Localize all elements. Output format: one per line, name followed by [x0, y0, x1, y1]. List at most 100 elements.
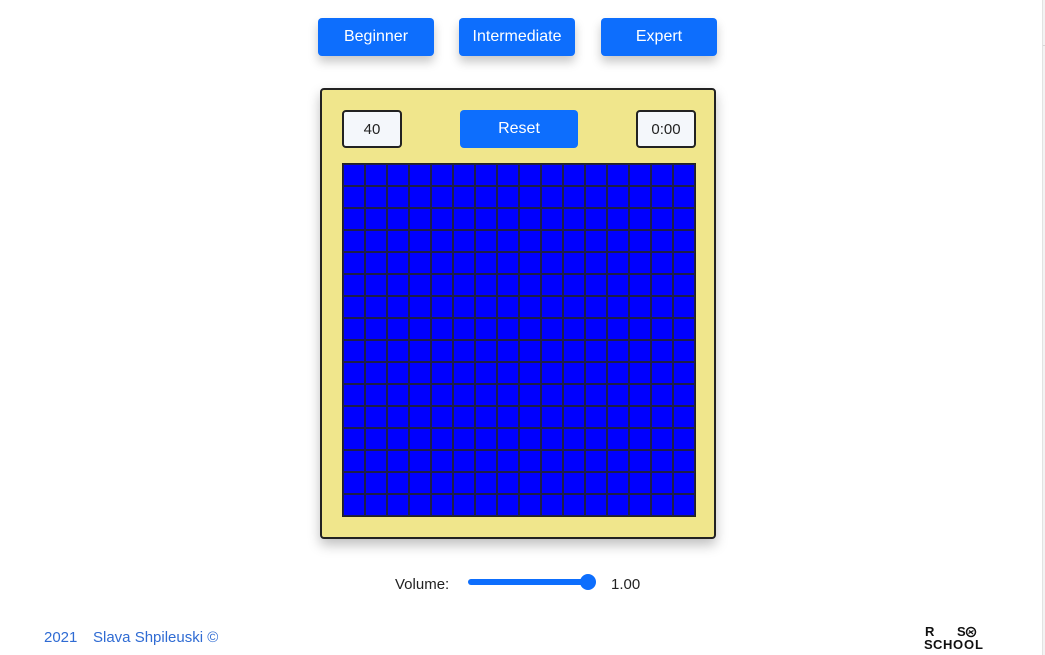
mine-cell[interactable]	[563, 450, 585, 472]
mine-cell[interactable]	[651, 296, 673, 318]
mine-cell[interactable]	[431, 384, 453, 406]
mine-cell[interactable]	[651, 274, 673, 296]
mine-cell[interactable]	[409, 208, 431, 230]
mine-cell[interactable]	[519, 406, 541, 428]
mine-cell[interactable]	[497, 318, 519, 340]
mine-cell[interactable]	[409, 318, 431, 340]
mine-cell[interactable]	[673, 340, 695, 362]
mine-cell[interactable]	[431, 428, 453, 450]
mine-cell[interactable]	[519, 274, 541, 296]
mine-cell[interactable]	[651, 252, 673, 274]
mine-cell[interactable]	[475, 340, 497, 362]
mine-cell[interactable]	[431, 472, 453, 494]
mine-cell[interactable]	[607, 186, 629, 208]
mine-cell[interactable]	[431, 252, 453, 274]
mine-cell[interactable]	[629, 494, 651, 516]
mine-cell[interactable]	[651, 428, 673, 450]
mine-cell[interactable]	[343, 472, 365, 494]
mine-cell[interactable]	[607, 472, 629, 494]
mine-cell[interactable]	[651, 406, 673, 428]
mine-cell[interactable]	[453, 362, 475, 384]
mine-cell[interactable]	[585, 252, 607, 274]
mine-cell[interactable]	[365, 384, 387, 406]
mine-cell[interactable]	[541, 384, 563, 406]
mine-cell[interactable]	[409, 384, 431, 406]
author-link[interactable]: Slava Shpileuski ©	[93, 629, 218, 646]
mine-cell[interactable]	[629, 340, 651, 362]
mine-cell[interactable]	[607, 252, 629, 274]
mine-cell[interactable]	[387, 472, 409, 494]
mine-cell[interactable]	[651, 318, 673, 340]
mine-cell[interactable]	[387, 252, 409, 274]
mine-cell[interactable]	[365, 472, 387, 494]
mine-cell[interactable]	[409, 450, 431, 472]
mine-cell[interactable]	[563, 208, 585, 230]
mine-cell[interactable]	[519, 296, 541, 318]
mine-cell[interactable]	[673, 384, 695, 406]
mine-cell[interactable]	[607, 494, 629, 516]
mine-cell[interactable]	[453, 296, 475, 318]
mine-cell[interactable]	[387, 296, 409, 318]
mine-cell[interactable]	[497, 406, 519, 428]
mine-cell[interactable]	[673, 494, 695, 516]
mine-cell[interactable]	[365, 318, 387, 340]
mine-cell[interactable]	[541, 318, 563, 340]
mine-cell[interactable]	[453, 274, 475, 296]
mine-cell[interactable]	[585, 406, 607, 428]
mine-cell[interactable]	[651, 230, 673, 252]
mine-cell[interactable]	[607, 230, 629, 252]
mine-cell[interactable]	[629, 164, 651, 186]
mine-cell[interactable]	[673, 186, 695, 208]
mine-cell[interactable]	[431, 362, 453, 384]
mine-cell[interactable]	[431, 274, 453, 296]
mine-cell[interactable]	[453, 384, 475, 406]
mine-cell[interactable]	[519, 362, 541, 384]
reset-button[interactable]: Reset	[460, 110, 578, 148]
mine-cell[interactable]	[343, 164, 365, 186]
mine-cell[interactable]	[563, 362, 585, 384]
mine-cell[interactable]	[409, 186, 431, 208]
mine-cell[interactable]	[343, 494, 365, 516]
mine-cell[interactable]	[519, 472, 541, 494]
mine-cell[interactable]	[475, 384, 497, 406]
mine-cell[interactable]	[475, 428, 497, 450]
mine-cell[interactable]	[607, 384, 629, 406]
mine-cell[interactable]	[673, 362, 695, 384]
mine-cell[interactable]	[431, 494, 453, 516]
mine-cell[interactable]	[453, 340, 475, 362]
mine-cell[interactable]	[541, 230, 563, 252]
mine-cell[interactable]	[343, 208, 365, 230]
mine-cell[interactable]	[673, 296, 695, 318]
mine-cell[interactable]	[607, 208, 629, 230]
mine-cell[interactable]	[453, 252, 475, 274]
mine-cell[interactable]	[629, 406, 651, 428]
mine-cell[interactable]	[541, 164, 563, 186]
mine-cell[interactable]	[453, 494, 475, 516]
mine-cell[interactable]	[629, 450, 651, 472]
mine-cell[interactable]	[563, 384, 585, 406]
mine-cell[interactable]	[563, 318, 585, 340]
mine-cell[interactable]	[475, 296, 497, 318]
mine-cell[interactable]	[343, 428, 365, 450]
mine-cell[interactable]	[519, 230, 541, 252]
mine-cell[interactable]	[431, 406, 453, 428]
mine-cell[interactable]	[541, 450, 563, 472]
mine-cell[interactable]	[673, 450, 695, 472]
mine-cell[interactable]	[431, 318, 453, 340]
mine-cell[interactable]	[365, 362, 387, 384]
mine-cell[interactable]	[387, 186, 409, 208]
mine-cell[interactable]	[387, 428, 409, 450]
mine-cell[interactable]	[475, 208, 497, 230]
mine-cell[interactable]	[497, 450, 519, 472]
mine-cell[interactable]	[673, 406, 695, 428]
mine-cell[interactable]	[607, 406, 629, 428]
mine-cell[interactable]	[651, 450, 673, 472]
mine-cell[interactable]	[343, 318, 365, 340]
rs-school-logo-icon[interactable]: R S S C H O O L	[924, 624, 994, 652]
mine-cell[interactable]	[541, 362, 563, 384]
mine-cell[interactable]	[475, 164, 497, 186]
mine-cell[interactable]	[541, 428, 563, 450]
mine-cell[interactable]	[673, 252, 695, 274]
mine-cell[interactable]	[365, 230, 387, 252]
mine-cell[interactable]	[651, 340, 673, 362]
